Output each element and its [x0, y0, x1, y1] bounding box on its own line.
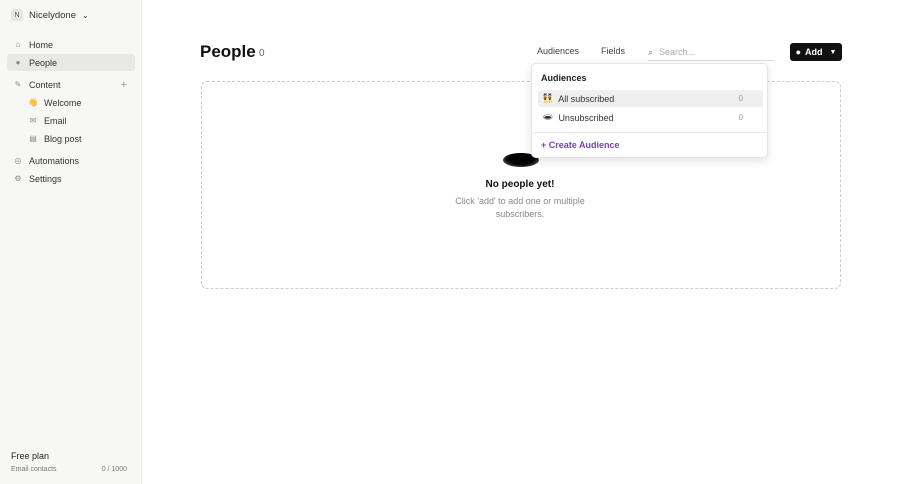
add-button[interactable]: ● Add ▼	[790, 43, 842, 61]
person-icon: ●	[15, 58, 21, 67]
contacts-usage: Email contacts 0 / 1000	[11, 466, 127, 473]
pencil-icon: ✎	[14, 80, 22, 89]
sidebar-item-settings[interactable]: ⚙ Settings	[7, 170, 135, 187]
wave-icon: 👋	[28, 98, 38, 107]
label: Automations	[29, 155, 80, 166]
count: 0	[738, 94, 743, 103]
envelope-icon: ✉	[29, 116, 37, 125]
contacts-value: 0 / 1000	[101, 466, 127, 473]
label: Settings	[29, 173, 62, 184]
label: Email	[44, 115, 67, 126]
sidebar-item-email[interactable]: ✉ Email	[7, 112, 135, 129]
label: Create Audience	[548, 140, 620, 150]
plus-icon: +	[541, 140, 549, 150]
contacts-label: Email contacts	[11, 466, 57, 473]
fields-button[interactable]: Fields	[601, 46, 625, 56]
empty-title: No people yet!	[485, 179, 555, 190]
automation-icon: ◎	[14, 156, 22, 165]
label: Blog post	[44, 133, 82, 144]
plan-name: Free plan	[11, 451, 50, 461]
sidebar-item-people[interactable]: ● People	[7, 54, 135, 71]
workspace-name: Nicelydone	[29, 9, 76, 21]
search-placeholder: Search...	[659, 47, 696, 57]
sidebar: N Nicelydone ⌄ ⌂ Home ● People ✎ Content + 👋…	[0, 0, 142, 484]
workspace-switcher[interactable]: N Nicelydone ⌄	[11, 9, 89, 21]
document-icon: ▤	[29, 134, 37, 143]
label: Unsubscribed	[558, 112, 614, 123]
label: Home	[29, 39, 54, 50]
label: All subscribed	[558, 93, 615, 104]
search-input[interactable]: ⌕ Search...	[648, 44, 774, 61]
label: People	[29, 57, 58, 68]
audience-all-subscribed[interactable]: 👯 All subscribed 0	[538, 90, 763, 107]
sidebar-item-automations[interactable]: ◎ Automations	[7, 152, 135, 169]
page-title: People	[200, 42, 256, 61]
divider	[532, 132, 767, 133]
create-audience-button[interactable]: + Create Audience	[541, 140, 619, 150]
people-count: 0	[259, 48, 265, 59]
add-label: Add	[805, 47, 823, 57]
label: Content	[29, 79, 61, 90]
audience-unsubscribed[interactable]: 🕳 Unsubscribed 0	[538, 109, 763, 126]
search-icon: ⌕	[648, 46, 654, 57]
workspace-avatar: N	[11, 9, 23, 21]
caret-down-icon: ▼	[829, 48, 837, 56]
audiences-dropdown: Audiences 👯 All subscribed 0 🕳 Unsubscribed…	[531, 63, 768, 158]
label: Welcome	[44, 97, 82, 108]
chevron-down-icon: ⌄	[82, 10, 89, 20]
dancers-icon: 👯	[542, 93, 554, 103]
dropdown-heading: Audiences	[541, 73, 587, 83]
sidebar-item-welcome[interactable]: 👋 Welcome	[7, 94, 135, 111]
person-icon: ●	[795, 47, 801, 57]
empty-text: Click 'add' to add one or multiple subsc…	[455, 196, 585, 219]
count: 0	[738, 113, 743, 122]
hole-icon: 🕳	[542, 112, 554, 122]
sidebar-item-blog-post[interactable]: ▤ Blog post	[7, 130, 135, 147]
sidebar-item-content[interactable]: ✎ Content +	[7, 76, 135, 93]
audiences-button[interactable]: Audiences	[537, 46, 579, 56]
home-icon: ⌂	[15, 40, 21, 49]
gear-icon: ⚙	[14, 174, 22, 183]
add-content-icon[interactable]: +	[121, 79, 127, 91]
sidebar-item-home[interactable]: ⌂ Home	[7, 36, 135, 53]
